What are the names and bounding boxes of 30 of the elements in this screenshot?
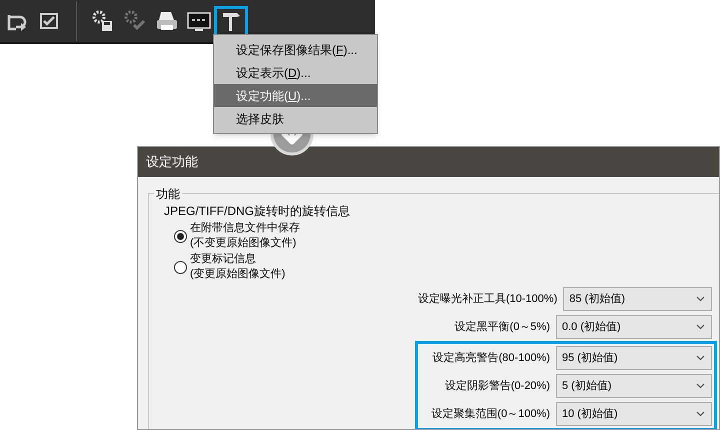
dialog-title: 设定功能 [146, 153, 198, 172]
radio-button[interactable] [174, 260, 187, 274]
section-heading: JPEG/TIFF/DNG旋转时的旋转信息 [164, 203, 350, 220]
setting-label: 设定阴影警告(0-20%) [444, 378, 550, 394]
radio-button[interactable] [174, 230, 187, 242]
menu-item[interactable]: 设定保存图像结果(F)... [214, 38, 377, 61]
chevron-down-icon [696, 411, 705, 417]
chevron-down-icon [696, 383, 705, 389]
setting-label: 设定聚集范围(0～100%) [431, 406, 550, 422]
menu-item[interactable]: 设定功能(U)... [214, 84, 377, 107]
menu-item[interactable]: 设定表示(D)... [214, 61, 377, 84]
gear-disk-icon [91, 9, 115, 33]
setting-label: 设定曝光补正工具(10-100%) [418, 292, 558, 307]
option-note: (变更原始图像文件) [190, 267, 286, 282]
dropdown[interactable]: 5 (初始值) [556, 374, 712, 398]
setting-label: 设定黑平衡(0～5%) [454, 320, 550, 335]
printer-icon [155, 9, 179, 33]
option-label: 变更标记信息 [190, 252, 257, 267]
gear-check-icon [123, 9, 147, 33]
menu-item[interactable]: 选择皮肤 [214, 107, 377, 130]
option-note: (不变更原始图像文件) [190, 236, 298, 251]
dropdown[interactable]: 95 (初始值) [556, 346, 712, 370]
option-label: 在附带信息文件中保存 [190, 221, 300, 236]
chevron-down-icon [696, 355, 705, 361]
dropdown[interactable]: 0.0 (初始值) [556, 315, 712, 339]
dropdown[interactable]: 10 (初始值) [556, 402, 712, 426]
dropdown[interactable]: 85 (初始值) [563, 287, 712, 311]
setting-label: 设定高亮警告(80-100%) [432, 350, 550, 366]
chevron-down-icon [696, 324, 705, 330]
chevron-down-icon [696, 296, 705, 302]
